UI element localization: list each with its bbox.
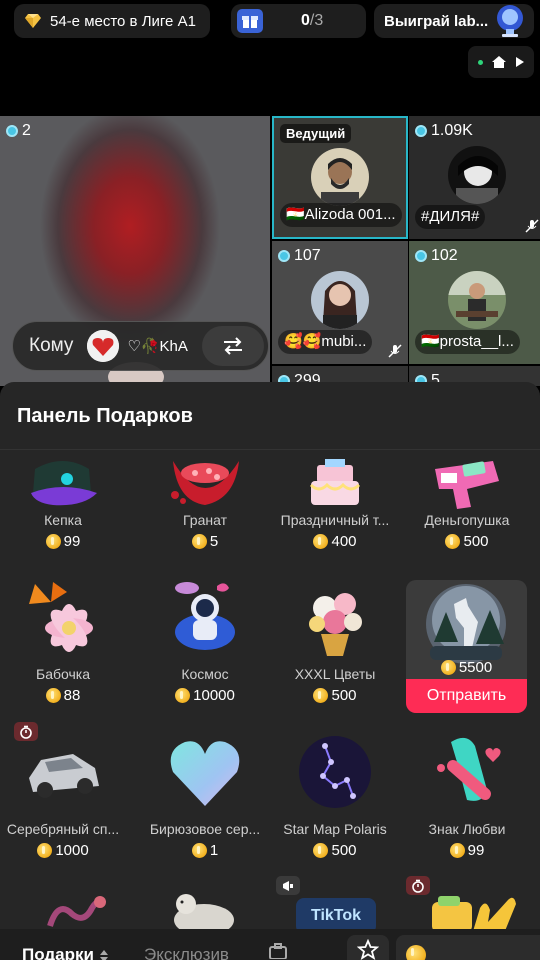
viewer-count-badge: 1.09K — [415, 122, 473, 140]
coin-icon — [313, 534, 329, 549]
coin-icon — [45, 534, 61, 549]
star-icon — [357, 939, 379, 960]
constellation-icon — [299, 736, 371, 808]
bouquet-icon — [309, 593, 362, 656]
tab-gifts[interactable]: Подарки — [22, 945, 109, 960]
guest-name: 🇹🇯prosta__l... — [415, 330, 520, 354]
avatar — [311, 148, 369, 206]
butterfly-icon — [29, 582, 93, 652]
gift-item-xxxl-flowers[interactable]: XXXL Цветы 500 — [272, 578, 398, 718]
host-badge: Ведущий — [280, 124, 352, 143]
guest-name: 🥰🥰mubi... — [278, 330, 373, 354]
diamond-icon — [25, 14, 41, 28]
swap-arrows-icon — [224, 337, 242, 355]
coin-icon — [191, 534, 207, 549]
viewer-count-badge: 102 — [415, 247, 458, 265]
favorites-button[interactable] — [347, 935, 389, 960]
send-gift-button[interactable]: Отправить — [406, 679, 527, 713]
viewer-count-badge: 2 — [6, 122, 31, 140]
coin-icon — [313, 843, 329, 858]
love-sign-icon — [437, 737, 501, 801]
guest-name: 🇹🇯Alizoda 001... — [280, 203, 402, 227]
viewer-icon — [415, 250, 427, 262]
coin-icon — [37, 843, 53, 858]
gift-item-love-sign[interactable]: Знак Любви 99 — [404, 732, 530, 872]
gift-item-butterfly[interactable]: Бабочка 88 — [0, 578, 126, 718]
panel-title: Панель Подарков — [17, 405, 193, 427]
swap-recipient-button[interactable] — [202, 326, 264, 366]
viewer-icon — [6, 125, 18, 137]
gift-item-space[interactable]: Космос 10000 — [142, 578, 268, 718]
mic-muted-icon — [388, 344, 402, 358]
viewer-count-badge: 107 — [278, 247, 321, 265]
goal-progress-count: 0/3 — [301, 12, 324, 29]
recipient-label: Кому — [29, 335, 74, 356]
megaphone-icon — [276, 876, 300, 895]
goal-progress-pill[interactable]: 0/3 — [231, 4, 366, 38]
win-promo-pill[interactable]: Выиграй lab... — [374, 4, 534, 38]
gift-item-cake[interactable]: Праздничный т... 400 — [272, 444, 398, 584]
viewer-icon — [415, 125, 427, 137]
coin-icon — [313, 688, 329, 703]
gift-item-star-map[interactable]: Star Map Polaris 500 — [272, 732, 398, 872]
timer-icon — [406, 876, 430, 895]
gift-item-turquoise-heart[interactable]: Бирюзовое сер... 1 — [142, 732, 268, 872]
trophy-icon — [497, 5, 523, 37]
car-icon — [29, 754, 99, 798]
coin-icon — [191, 843, 207, 858]
coin-balance-button[interactable] — [396, 935, 540, 960]
heart-icon — [170, 741, 240, 806]
win-promo-label: Выиграй lab... — [384, 12, 489, 30]
avatar — [87, 330, 120, 362]
guest-name: #ДИЛЯ# — [415, 205, 486, 229]
astronaut-icon — [175, 582, 235, 650]
guest-tile[interactable]: 102 🇹🇯prosta__l... — [409, 241, 540, 364]
gift-item-money-gun[interactable]: Деньгопушка 500 — [404, 444, 530, 584]
coin-icon — [445, 534, 461, 549]
gift-box-icon — [237, 9, 263, 33]
backpack-icon[interactable] — [268, 943, 288, 959]
league-rank-pill[interactable]: 54-е место в Лиге A1 — [14, 4, 210, 38]
avatar — [448, 146, 506, 204]
gift-item-partial[interactable] — [44, 890, 108, 930]
coin-icon — [406, 945, 426, 960]
guest-tile-host[interactable]: Ведущий 🇹🇯Alizoda 001... — [272, 116, 408, 239]
gift-item-cap[interactable]: Кепка 99 — [0, 444, 126, 584]
live-controls[interactable] — [468, 46, 534, 78]
avatar — [311, 271, 369, 329]
coin-icon — [175, 688, 191, 703]
league-label: 54-е место в Лиге A1 — [50, 12, 196, 30]
coin-icon — [45, 688, 61, 703]
guest-tile[interactable]: 1.09K #ДИЛЯ# — [409, 116, 540, 239]
top-bar: 54-е место в Лиге A1 0/3 Выиграй lab... — [0, 0, 540, 44]
play-arrow-icon[interactable] — [515, 57, 524, 67]
recipient-name: ♡🥀KhA — [127, 338, 188, 355]
coin-icon — [440, 660, 456, 675]
polar-bear-icon — [174, 894, 234, 930]
coin-icon — [449, 843, 465, 858]
tab-exclusive[interactable]: Эксклюзив — [144, 945, 229, 960]
gift-item-selected[interactable]: 5500 Отправить — [406, 580, 527, 713]
guest-tile[interactable]: 107 🥰🥰mubi... — [272, 241, 408, 364]
gift-panel-tabs: Подарки Эксклюзив — [0, 929, 540, 960]
avatar — [448, 271, 506, 329]
gift-panel: Панель Подарков Кепка 99 Гранат 5 Праздн… — [0, 382, 540, 960]
viewer-icon — [278, 250, 290, 262]
gift-item-silver-car[interactable]: Серебряный сп... 1000 — [0, 732, 126, 872]
gift-item-pomegranate[interactable]: Гранат 5 — [142, 444, 268, 584]
home-icon[interactable] — [491, 55, 507, 69]
live-dot-icon — [478, 59, 484, 65]
mic-muted-icon — [525, 219, 539, 233]
sort-arrows-icon — [99, 949, 108, 960]
recipient-selector[interactable]: Кому ♡🥀KhA — [12, 321, 269, 371]
wolf-gift-icon — [426, 584, 506, 664]
